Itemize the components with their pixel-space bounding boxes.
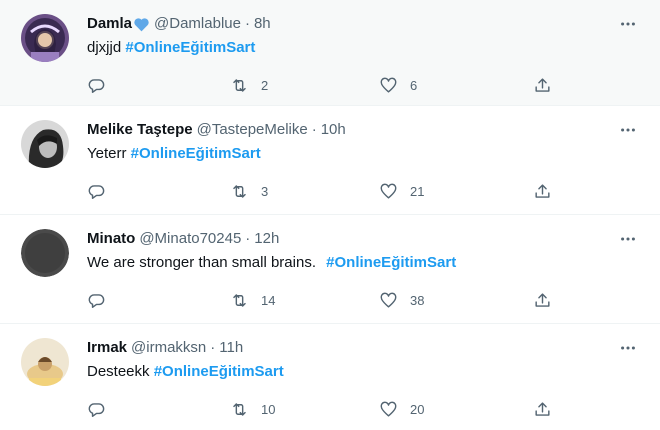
more-icon[interactable] <box>618 338 638 358</box>
tweet-text-content: Yeterr <box>87 145 127 162</box>
tweet-text: djxjjd #OnlineEğitimSart <box>87 38 255 58</box>
user-handle[interactable]: @Damlablue <box>154 14 241 34</box>
tweet-header: Melike Taştepe @TastepeMelike · 10h <box>87 120 346 140</box>
reply-button[interactable] <box>87 397 106 421</box>
separator-dot: · <box>245 230 251 247</box>
separator-dot: · <box>210 339 216 356</box>
like-button[interactable]: 38 <box>379 288 424 312</box>
hashtag-link[interactable]: #OnlineEğitimSart <box>154 363 284 380</box>
retweet-count: 2 <box>261 77 269 93</box>
reply-icon <box>88 78 105 93</box>
display-name[interactable]: Damla <box>87 14 132 34</box>
like-icon <box>380 401 397 417</box>
like-icon <box>380 183 397 199</box>
retweet-icon <box>233 184 246 198</box>
retweet-button[interactable]: 2 <box>230 73 268 97</box>
timestamp[interactable]: 8h <box>254 14 271 34</box>
like-icon <box>380 77 397 93</box>
tweet-text-content: djxjjd <box>87 39 122 56</box>
separator-dot: · <box>244 15 250 32</box>
timestamp[interactable]: 10h <box>321 120 346 140</box>
share-button[interactable] <box>533 179 552 203</box>
like-button[interactable]: 6 <box>379 73 417 97</box>
retweet-count: 10 <box>261 401 276 417</box>
tweet-text-content: Desteekk <box>87 363 150 380</box>
tweet-header: Minato @Minato70245 · 12h <box>87 229 279 249</box>
tweet-text-content: We are stronger than small brains. <box>87 254 316 271</box>
like-icon <box>380 292 397 308</box>
share-icon <box>535 77 550 92</box>
reply-icon <box>88 184 105 199</box>
tweet[interactable]: Melike Taştepe @TastepeMelike · 10h Yete… <box>0 106 660 215</box>
hashtag-link[interactable]: #OnlineEğitimSart <box>326 254 456 271</box>
tweet-actions: 2 6 <box>87 73 557 97</box>
avatar[interactable] <box>21 338 69 386</box>
retweet-button[interactable]: 14 <box>230 288 275 312</box>
retweet-icon <box>233 293 246 307</box>
tweet-header: Irmak @irmakksn · 11h <box>87 338 243 358</box>
more-icon[interactable] <box>618 14 638 34</box>
more-icon[interactable] <box>618 229 638 249</box>
like-button[interactable]: 21 <box>379 179 424 203</box>
timestamp[interactable]: 12h <box>254 229 279 249</box>
retweet-button[interactable]: 10 <box>230 397 275 421</box>
tweet-text: We are stronger than small brains. #Onli… <box>87 253 456 273</box>
tweet-feed: Damla @Damlablue · 8h djxjjd #OnlineEğit… <box>0 0 660 430</box>
blue-heart-icon <box>133 17 150 32</box>
user-handle[interactable]: @irmakksn <box>131 338 206 358</box>
retweet-icon <box>233 402 246 416</box>
retweet-count: 14 <box>261 292 276 308</box>
display-name[interactable]: Melike Taştepe <box>87 120 193 140</box>
tweet[interactable]: Minato @Minato70245 · 12h We are stronge… <box>0 215 660 324</box>
user-handle[interactable]: @Minato70245 <box>139 229 241 249</box>
share-button[interactable] <box>533 73 552 97</box>
share-icon <box>535 292 550 307</box>
retweet-icon <box>233 78 246 92</box>
share-button[interactable] <box>533 397 552 421</box>
hashtag-link[interactable]: #OnlineEğitimSart <box>131 145 261 162</box>
tweet-header: Damla @Damlablue · 8h <box>87 14 271 34</box>
user-handle[interactable]: @TastepeMelike <box>197 120 308 140</box>
tweet-actions: 3 21 <box>87 179 557 203</box>
separator-dot: · <box>311 121 317 138</box>
display-name[interactable]: Irmak <box>87 338 127 358</box>
reply-button[interactable] <box>87 73 106 97</box>
reply-icon <box>88 402 105 417</box>
timestamp[interactable]: 11h <box>219 338 243 358</box>
reply-button[interactable] <box>87 288 106 312</box>
tweet[interactable]: Damla @Damlablue · 8h djxjjd #OnlineEğit… <box>0 0 660 106</box>
avatar[interactable] <box>21 120 69 168</box>
reply-button[interactable] <box>87 179 106 203</box>
avatar[interactable] <box>21 229 69 277</box>
share-button[interactable] <box>533 288 552 312</box>
retweet-count: 3 <box>261 183 269 199</box>
retweet-button[interactable]: 3 <box>230 179 268 203</box>
share-icon <box>535 401 550 416</box>
like-count: 6 <box>410 77 418 93</box>
display-name[interactable]: Minato <box>87 229 135 249</box>
hashtag-link[interactable]: #OnlineEğitimSart <box>125 39 255 56</box>
reply-icon <box>88 293 105 308</box>
share-icon <box>535 183 550 198</box>
more-icon[interactable] <box>618 120 638 140</box>
avatar[interactable] <box>21 14 69 62</box>
like-count: 20 <box>410 401 425 417</box>
tweet-actions: 10 20 <box>87 397 557 421</box>
like-count: 38 <box>410 292 425 308</box>
tweet-actions: 14 38 <box>87 288 557 312</box>
like-count: 21 <box>410 183 425 199</box>
tweet-text: Desteekk #OnlineEğitimSart <box>87 362 284 382</box>
tweet-text: Yeterr #OnlineEğitimSart <box>87 144 261 164</box>
tweet[interactable]: Irmak @irmakksn · 11h Desteekk #OnlineEğ… <box>0 324 660 430</box>
like-button[interactable]: 20 <box>379 397 424 421</box>
